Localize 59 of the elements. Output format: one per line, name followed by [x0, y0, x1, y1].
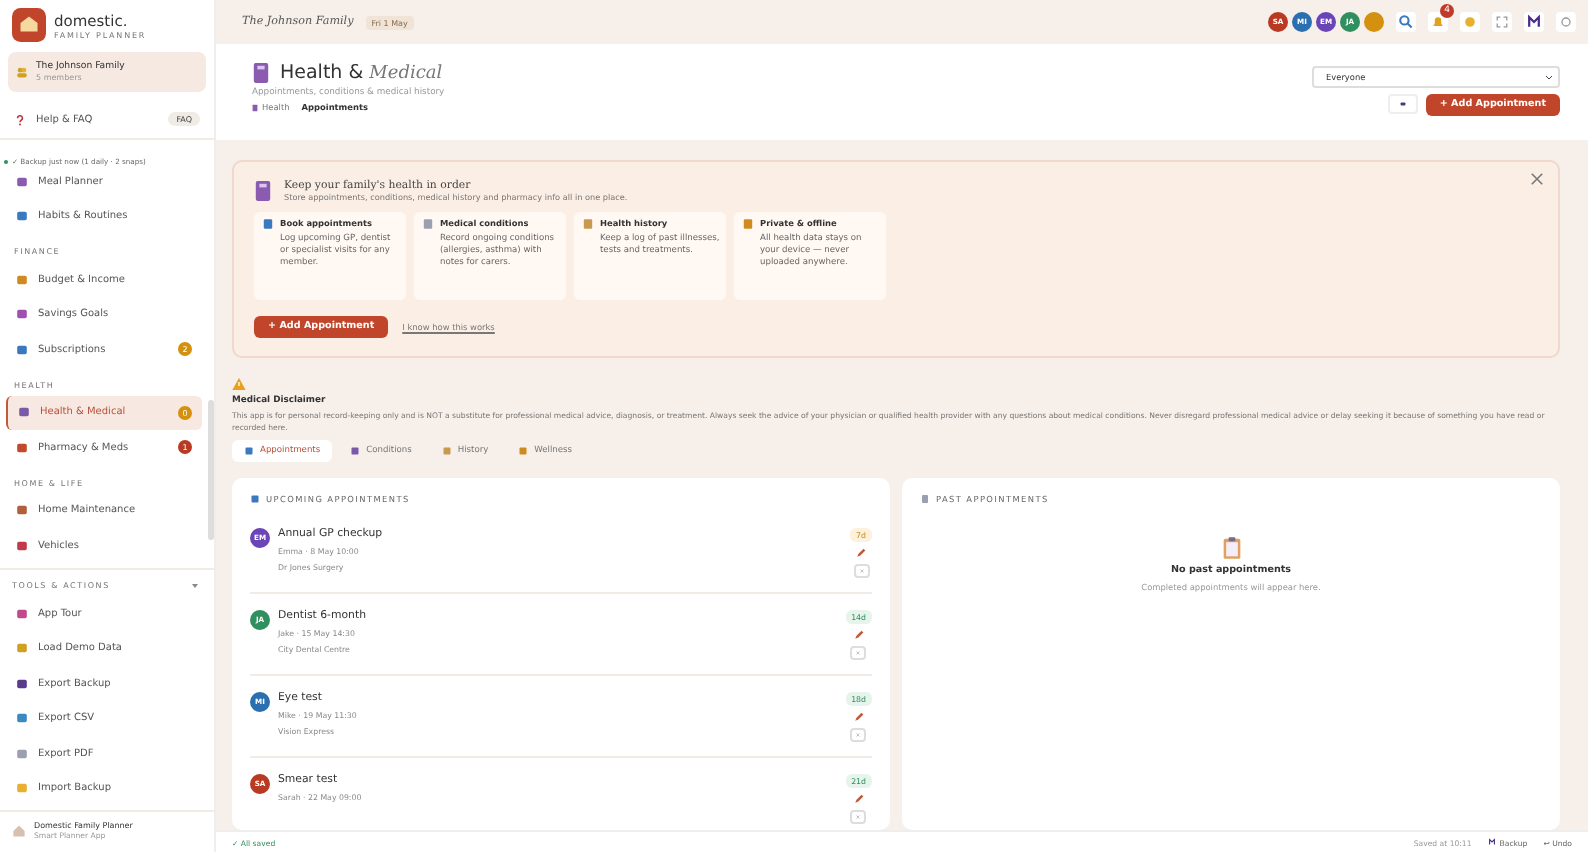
- close-button[interactable]: [1530, 172, 1544, 186]
- calendar-icon: [250, 494, 260, 505]
- feature-icon: [582, 218, 594, 230]
- book-icon: [252, 103, 258, 111]
- tab-icon: [441, 446, 452, 457]
- tool-icon: [16, 642, 28, 655]
- tool-icon: [16, 782, 28, 795]
- nav-icon: [16, 308, 28, 321]
- close-icon: [854, 650, 863, 657]
- backup-button[interactable]: [1524, 12, 1544, 32]
- book-icon: [252, 62, 270, 84]
- nav-icon: [16, 539, 28, 552]
- feature-icon: [262, 218, 274, 230]
- fullscreen-button[interactable]: [1492, 12, 1512, 32]
- nav-icon: [16, 273, 28, 286]
- family-icon: [16, 66, 28, 78]
- page-title: Health & Medical: [280, 62, 443, 84]
- tab-icon: [244, 446, 254, 457]
- close-icon: [857, 568, 866, 575]
- nav-icon: [16, 441, 28, 454]
- member-avatar[interactable]: [1364, 12, 1384, 32]
- edit-button[interactable]: [853, 630, 864, 641]
- pencil-icon: [853, 794, 864, 805]
- tool-icon: [16, 747, 28, 760]
- pencil-icon: [853, 630, 864, 641]
- nav-icon: [16, 343, 28, 356]
- feature-icon: [422, 218, 434, 230]
- clipboard-icon: [920, 494, 930, 505]
- caret-icon[interactable]: [192, 583, 198, 587]
- print-button[interactable]: [1387, 94, 1418, 114]
- feature-icon: [742, 218, 754, 230]
- clipboard-icon: [1221, 536, 1241, 561]
- theme-button[interactable]: [1556, 12, 1576, 32]
- house-icon: [12, 823, 26, 837]
- tab-icon: [350, 446, 361, 457]
- book-icon: [254, 180, 272, 202]
- nav-icon: [16, 504, 28, 517]
- tool-icon: [16, 607, 28, 620]
- bell-icon: [1430, 14, 1446, 30]
- warning-icon: [232, 378, 246, 390]
- nav-icon: [16, 210, 28, 223]
- close-icon: [854, 814, 863, 821]
- tool-icon: [16, 712, 28, 725]
- printer-icon: [1397, 100, 1408, 108]
- edit-button[interactable]: [853, 712, 864, 723]
- search-button[interactable]: [1396, 12, 1416, 32]
- pencil-icon: [853, 712, 864, 723]
- close-icon: [1530, 172, 1544, 186]
- tool-icon: [16, 677, 28, 690]
- edit-button[interactable]: [856, 548, 867, 559]
- pencil-icon: [856, 548, 867, 559]
- help-icon: [14, 113, 26, 125]
- edit-button[interactable]: [853, 794, 864, 805]
- close-icon: [854, 732, 863, 739]
- nav-icon: [16, 175, 28, 188]
- nav-icon: [18, 406, 30, 419]
- logo-icon: [12, 8, 46, 42]
- backup-icon: [1487, 838, 1496, 846]
- tab-icon: [518, 446, 529, 457]
